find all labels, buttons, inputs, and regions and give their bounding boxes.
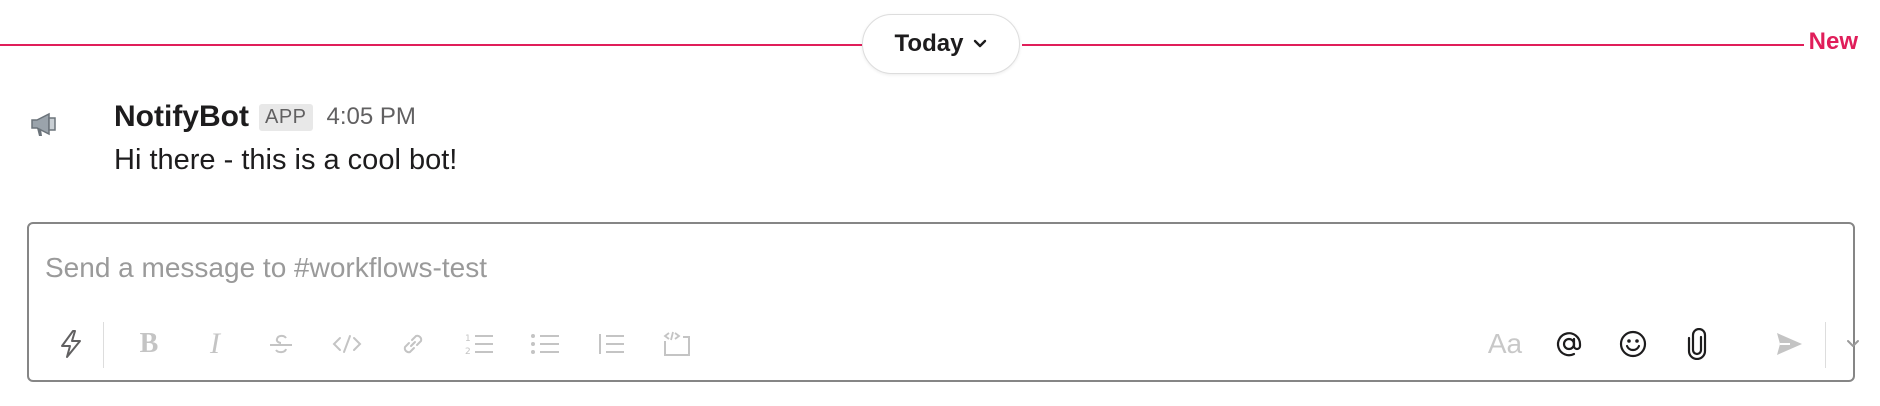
code-block-icon[interactable] bbox=[657, 322, 697, 366]
message-text: Hi there - this is a cool bot! bbox=[114, 144, 458, 176]
italic-button[interactable]: I bbox=[195, 322, 235, 366]
app-badge: APP bbox=[258, 103, 313, 131]
jump-to-date-button[interactable]: Today bbox=[862, 14, 1020, 74]
bulleted-list-icon[interactable] bbox=[525, 322, 565, 366]
megaphone-icon[interactable] bbox=[26, 106, 62, 142]
code-icon[interactable] bbox=[327, 322, 367, 366]
composer-toolbar: B I 12 Aa bbox=[29, 320, 1859, 370]
message-composer: B I 12 Aa bbox=[27, 222, 1859, 382]
message-item: NotifyBot APP 4:05 PM Hi there - this is… bbox=[0, 96, 1880, 192]
svg-text:1: 1 bbox=[465, 334, 471, 344]
sender-name[interactable]: NotifyBot bbox=[114, 100, 249, 134]
lightning-icon[interactable] bbox=[51, 322, 91, 366]
svg-text:2: 2 bbox=[465, 347, 471, 357]
emoji-icon[interactable] bbox=[1613, 322, 1653, 366]
formatting-toggle-button[interactable]: Aa bbox=[1485, 322, 1525, 366]
send-icon[interactable] bbox=[1769, 322, 1809, 366]
toolbar-separator bbox=[103, 322, 104, 368]
attachment-icon[interactable] bbox=[1677, 322, 1717, 366]
message-timestamp[interactable]: 4:05 PM bbox=[327, 103, 416, 131]
blockquote-icon[interactable] bbox=[591, 322, 631, 366]
send-options-chevron-icon[interactable] bbox=[1833, 322, 1873, 366]
mention-icon[interactable] bbox=[1549, 322, 1589, 366]
new-messages-line bbox=[1022, 44, 1804, 46]
date-divider: Today New bbox=[0, 0, 1880, 80]
divider-line-left bbox=[0, 44, 862, 46]
link-icon[interactable] bbox=[393, 322, 433, 366]
ordered-list-icon[interactable]: 12 bbox=[459, 322, 499, 366]
date-label: Today bbox=[894, 30, 964, 57]
toolbar-separator bbox=[1825, 322, 1826, 368]
new-messages-label: New bbox=[1808, 28, 1858, 55]
message-input[interactable] bbox=[45, 248, 1825, 288]
chevron-down-icon bbox=[973, 39, 987, 49]
bold-button[interactable]: B bbox=[129, 322, 169, 366]
strikethrough-icon[interactable] bbox=[261, 322, 301, 366]
message-header: NotifyBot APP 4:05 PM bbox=[114, 100, 416, 134]
